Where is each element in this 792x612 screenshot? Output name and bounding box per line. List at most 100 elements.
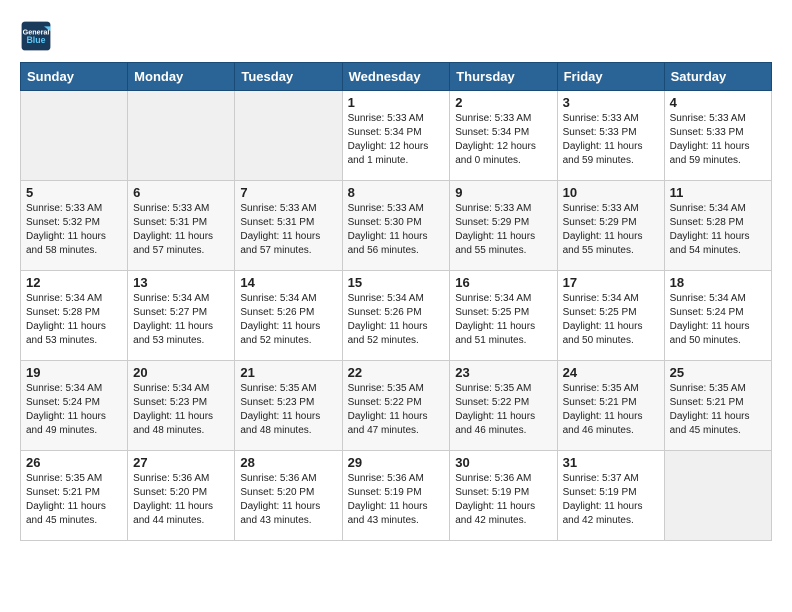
table-row: 20 Sunrise: 5:34 AMSunset: 5:23 PMDayligh… (128, 361, 235, 451)
day-info: Sunrise: 5:35 AMSunset: 5:21 PMDaylight:… (563, 382, 659, 438)
day-number: 21 (240, 365, 336, 380)
table-row: 8 Sunrise: 5:33 AMSunset: 5:30 PMDaylight… (342, 181, 450, 271)
table-row (235, 91, 342, 181)
table-row (664, 451, 771, 541)
table-row: 6 Sunrise: 5:33 AMSunset: 5:31 PMDaylight… (128, 181, 235, 271)
day-info: Sunrise: 5:33 AMSunset: 5:33 PMDaylight:… (563, 112, 659, 168)
table-row: 23 Sunrise: 5:35 AMSunset: 5:22 PMDayligh… (450, 361, 557, 451)
logo-icon: General Blue (20, 20, 52, 52)
table-row: 12Sunrise: 5:34 AMSunset: 5:28 PMDayligh… (21, 271, 128, 361)
day-info: Sunrise: 5:33 AMSunset: 5:29 PMDaylight:… (563, 202, 659, 258)
day-number: 29 (348, 455, 445, 470)
day-info: Sunrise: 5:35 AMSunset: 5:23 PMDaylight:… (240, 382, 336, 438)
day-number: 11 (670, 185, 766, 200)
day-number: 20 (133, 365, 229, 380)
day-number: 14 (240, 275, 336, 290)
table-row: 4 Sunrise: 5:33 AMSunset: 5:33 PMDaylight… (664, 91, 771, 181)
table-row: 9 Sunrise: 5:33 AMSunset: 5:29 PMDaylight… (450, 181, 557, 271)
table-row: 26 Sunrise: 5:35 AMSunset: 5:21 PMDayligh… (21, 451, 128, 541)
table-row: 30Sunrise: 5:36 AMSunset: 5:19 PMDayligh… (450, 451, 557, 541)
table-row: 5Sunrise: 5:33 AMSunset: 5:32 PMDaylight… (21, 181, 128, 271)
table-row (21, 91, 128, 181)
day-number: 25 (670, 365, 766, 380)
day-number: 27 (133, 455, 229, 470)
day-info: Sunrise: 5:34 AMSunset: 5:24 PMDaylight:… (26, 382, 122, 438)
col-tuesday: Tuesday (235, 63, 342, 91)
table-row: 18 Sunrise: 5:34 AMSunset: 5:24 PMDayligh… (664, 271, 771, 361)
table-row: 21 Sunrise: 5:35 AMSunset: 5:23 PMDayligh… (235, 361, 342, 451)
table-row: 28Sunrise: 5:36 AMSunset: 5:20 PMDayligh… (235, 451, 342, 541)
day-number: 19 (26, 365, 122, 380)
day-info: Sunrise: 5:34 AMSunset: 5:23 PMDaylight:… (133, 382, 229, 438)
day-info: Sunrise: 5:35 AMSunset: 5:22 PMDaylight:… (455, 382, 551, 438)
day-info: Sunrise: 5:33 AMSunset: 5:34 PMDaylight:… (455, 112, 551, 168)
col-wednesday: Wednesday (342, 63, 450, 91)
day-number: 2 (455, 95, 551, 110)
day-number: 30 (455, 455, 551, 470)
day-info: Sunrise: 5:34 AMSunset: 5:26 PMDaylight:… (240, 292, 336, 348)
day-info: Sunrise: 5:34 AMSunset: 5:25 PMDaylight:… (563, 292, 659, 348)
table-row: 10 Sunrise: 5:33 AMSunset: 5:29 PMDayligh… (557, 181, 664, 271)
table-row: 24 Sunrise: 5:35 AMSunset: 5:21 PMDayligh… (557, 361, 664, 451)
calendar-week-row: 19 Sunrise: 5:34 AMSunset: 5:24 PMDayligh… (21, 361, 772, 451)
day-number: 7 (240, 185, 336, 200)
day-number: 16 (455, 275, 551, 290)
table-row: 11Sunrise: 5:34 AMSunset: 5:28 PMDayligh… (664, 181, 771, 271)
col-saturday: Saturday (664, 63, 771, 91)
day-info: Sunrise: 5:35 AMSunset: 5:21 PMDaylight:… (670, 382, 766, 438)
calendar-table: Sunday Monday Tuesday Wednesday Thursday… (20, 62, 772, 541)
day-number: 18 (670, 275, 766, 290)
col-friday: Friday (557, 63, 664, 91)
day-info: Sunrise: 5:34 AMSunset: 5:26 PMDaylight:… (348, 292, 445, 348)
day-info: Sunrise: 5:33 AMSunset: 5:30 PMDaylight:… (348, 202, 445, 258)
day-info: Sunrise: 5:34 AMSunset: 5:24 PMDaylight:… (670, 292, 766, 348)
svg-text:Blue: Blue (26, 35, 45, 45)
day-number: 9 (455, 185, 551, 200)
table-row: 13Sunrise: 5:34 AMSunset: 5:27 PMDayligh… (128, 271, 235, 361)
col-monday: Monday (128, 63, 235, 91)
table-row: 22Sunrise: 5:35 AMSunset: 5:22 PMDayligh… (342, 361, 450, 451)
col-sunday: Sunday (21, 63, 128, 91)
day-info: Sunrise: 5:35 AMSunset: 5:21 PMDaylight:… (26, 472, 122, 528)
day-info: Sunrise: 5:33 AMSunset: 5:29 PMDaylight:… (455, 202, 551, 258)
day-info: Sunrise: 5:33 AMSunset: 5:33 PMDaylight:… (670, 112, 766, 168)
day-number: 1 (348, 95, 445, 110)
day-number: 17 (563, 275, 659, 290)
day-number: 10 (563, 185, 659, 200)
col-thursday: Thursday (450, 63, 557, 91)
day-info: Sunrise: 5:36 AMSunset: 5:19 PMDaylight:… (348, 472, 445, 528)
table-row: 16 Sunrise: 5:34 AMSunset: 5:25 PMDayligh… (450, 271, 557, 361)
logo: General Blue (20, 20, 56, 52)
calendar-header-row: Sunday Monday Tuesday Wednesday Thursday… (21, 63, 772, 91)
table-row: 7 Sunrise: 5:33 AMSunset: 5:31 PMDaylight… (235, 181, 342, 271)
table-row: 3 Sunrise: 5:33 AMSunset: 5:33 PMDaylight… (557, 91, 664, 181)
day-number: 8 (348, 185, 445, 200)
table-row (128, 91, 235, 181)
calendar-week-row: 26 Sunrise: 5:35 AMSunset: 5:21 PMDayligh… (21, 451, 772, 541)
table-row: 25 Sunrise: 5:35 AMSunset: 5:21 PMDayligh… (664, 361, 771, 451)
day-info: Sunrise: 5:37 AMSunset: 5:19 PMDaylight:… (563, 472, 659, 528)
day-number: 24 (563, 365, 659, 380)
day-info: Sunrise: 5:33 AMSunset: 5:31 PMDaylight:… (240, 202, 336, 258)
table-row: 14 Sunrise: 5:34 AMSunset: 5:26 PMDayligh… (235, 271, 342, 361)
day-number: 5 (26, 185, 122, 200)
header: General Blue (20, 20, 772, 52)
table-row: 31Sunrise: 5:37 AMSunset: 5:19 PMDayligh… (557, 451, 664, 541)
day-info: Sunrise: 5:33 AMSunset: 5:34 PMDaylight:… (348, 112, 445, 168)
day-info: Sunrise: 5:36 AMSunset: 5:20 PMDaylight:… (133, 472, 229, 528)
calendar-week-row: 12Sunrise: 5:34 AMSunset: 5:28 PMDayligh… (21, 271, 772, 361)
table-row: 1 Sunrise: 5:33 AMSunset: 5:34 PMDaylight… (342, 91, 450, 181)
day-info: Sunrise: 5:34 AMSunset: 5:28 PMDaylight:… (26, 292, 122, 348)
day-number: 13 (133, 275, 229, 290)
day-number: 26 (26, 455, 122, 470)
day-number: 23 (455, 365, 551, 380)
day-number: 4 (670, 95, 766, 110)
day-info: Sunrise: 5:33 AMSunset: 5:31 PMDaylight:… (133, 202, 229, 258)
day-number: 3 (563, 95, 659, 110)
day-number: 28 (240, 455, 336, 470)
table-row: 27 Sunrise: 5:36 AMSunset: 5:20 PMDayligh… (128, 451, 235, 541)
day-number: 22 (348, 365, 445, 380)
calendar-week-row: 5Sunrise: 5:33 AMSunset: 5:32 PMDaylight… (21, 181, 772, 271)
day-number: 6 (133, 185, 229, 200)
day-info: Sunrise: 5:34 AMSunset: 5:25 PMDaylight:… (455, 292, 551, 348)
